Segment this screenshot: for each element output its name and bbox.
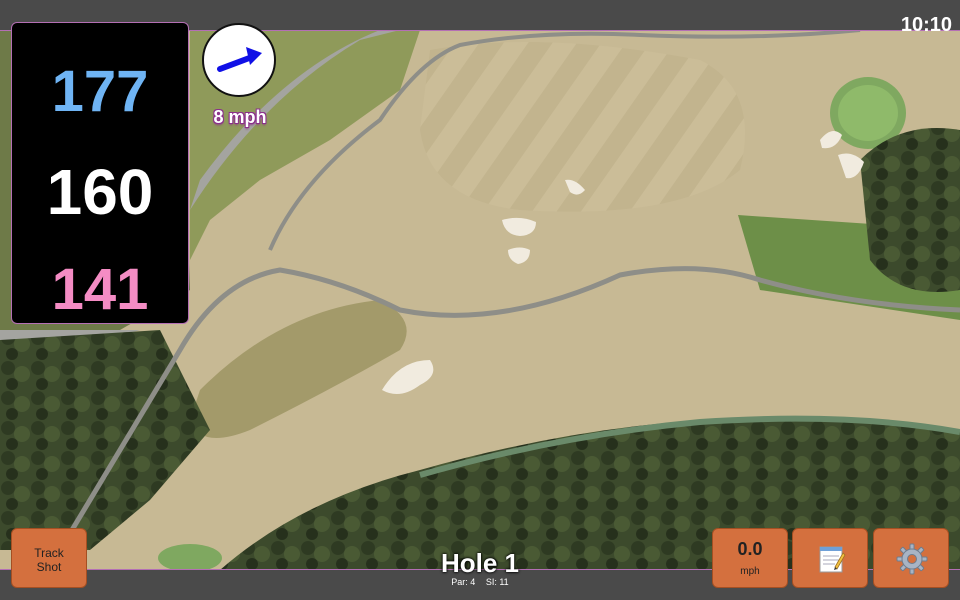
- notes-button[interactable]: [792, 528, 868, 588]
- back-distance: 177: [51, 59, 149, 124]
- notepad-icon: [819, 546, 846, 573]
- track-shot-label-line2: Shot: [36, 560, 62, 574]
- hole-title: Hole 1: [440, 548, 520, 578]
- speed-button[interactable]: 0.0 mph: [712, 528, 788, 588]
- speed-unit: mph: [740, 566, 760, 577]
- gear-icon: [896, 543, 928, 575]
- track-shot-label-line1: Track: [34, 546, 64, 560]
- hole-stroke-index: SI: 11: [485, 577, 509, 587]
- clock: 10:10: [900, 14, 952, 36]
- front-distance: 141: [51, 257, 149, 322]
- hole-par: Par: 4: [451, 577, 476, 587]
- track-shot-button[interactable]: Track Shot: [11, 528, 87, 588]
- distance-panel: 177 160 141: [11, 22, 189, 324]
- wind-indicator: [202, 23, 276, 97]
- speed-value: 0.0: [737, 539, 763, 559]
- hole-info: Par: 4 SI: 11: [380, 577, 580, 587]
- wind-speed-label: 8 mph: [213, 107, 267, 127]
- center-distance: 160: [46, 156, 154, 228]
- arrow-icon: [217, 47, 262, 72]
- settings-button[interactable]: [873, 528, 949, 588]
- golf-gps-screen: 10:10 177 160 141 8 mph Track Shot Hole …: [0, 0, 960, 600]
